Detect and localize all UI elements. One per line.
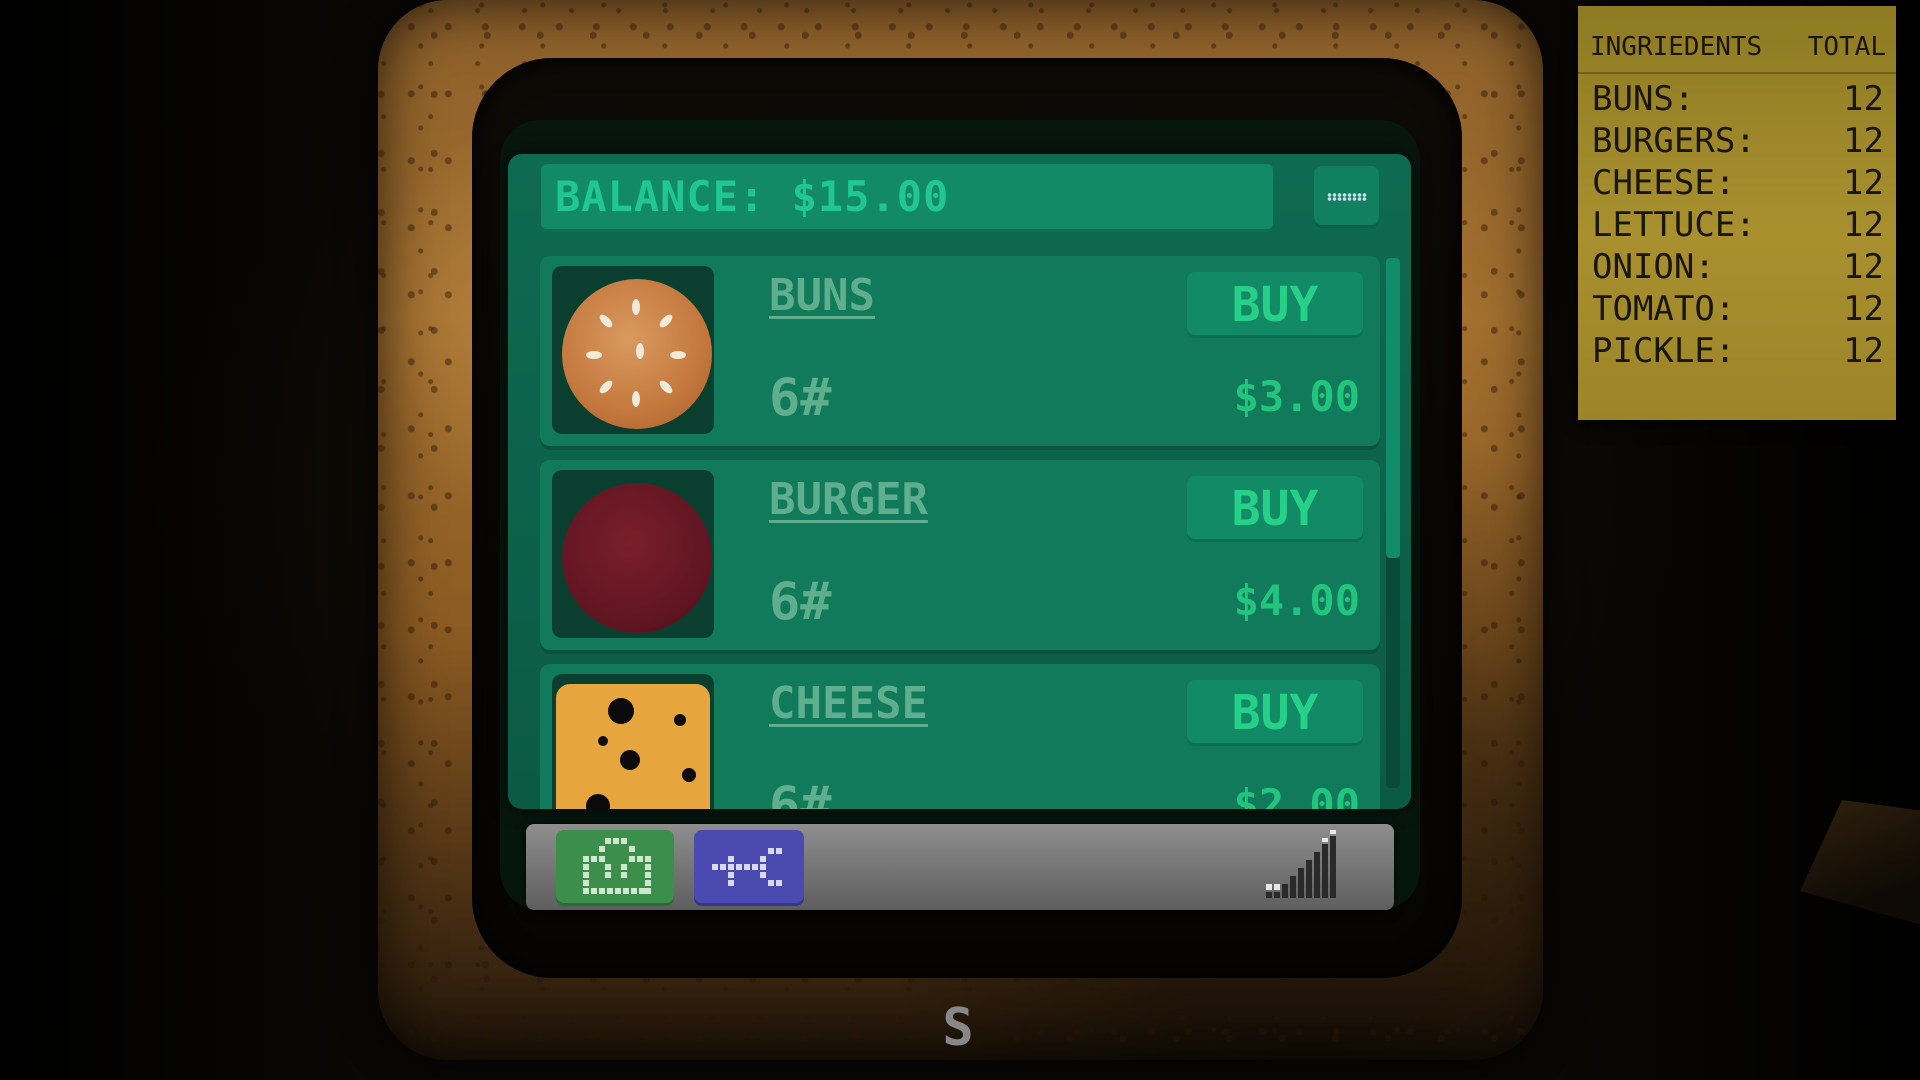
cheese-icon (556, 684, 710, 809)
shop-icon (583, 838, 651, 894)
ingredient-row: PICKLE: 12 (1592, 330, 1884, 372)
ingredient-label: TOMATO: (1592, 289, 1736, 329)
product-quantity: 6# (769, 368, 832, 428)
ingredient-label: CHEESE: (1592, 163, 1736, 203)
product-price: $3.00 (1233, 372, 1360, 421)
route-app-button[interactable] (694, 830, 804, 906)
ingredient-row: TOMATO: 12 (1592, 288, 1884, 330)
ingredient-row: BUNS: 12 (1592, 78, 1884, 120)
product-name: BURGER (769, 474, 928, 525)
ingredient-row: BURGERS: 12 (1592, 120, 1884, 162)
product-thumbnail (552, 470, 714, 638)
product-item-cheese: CHEESE 6# BUY $2.00 (540, 664, 1380, 809)
scrollbar-thumb[interactable] (1386, 258, 1400, 558)
ingredient-total: 12 (1843, 289, 1884, 329)
taskbar (526, 824, 1394, 910)
product-thumbnail (552, 674, 714, 809)
note-divider (1578, 72, 1896, 74)
balance-text: BALANCE: $15.00 (555, 172, 950, 221)
patty-icon (562, 483, 712, 633)
route-icon (712, 848, 782, 886)
monitor-logo: S (942, 998, 974, 1058)
shop-panel: BALANCE: $15.00 BUNS 6# BUY $3.00 BURGER… (508, 154, 1411, 809)
ellipsis-icon (1326, 193, 1367, 201)
ingredient-label: BUNS: (1592, 79, 1695, 119)
buy-button[interactable]: BUY (1187, 272, 1363, 338)
ingredient-list: BUNS: 12 BURGERS: 12 CHEESE: 12 LETTUCE:… (1592, 78, 1884, 372)
product-price: $4.00 (1233, 576, 1360, 625)
ingredient-total: 12 (1843, 163, 1884, 203)
ingredient-total: 12 (1843, 247, 1884, 287)
balance-bar: BALANCE: $15.00 (541, 164, 1273, 232)
ingredient-label: BURGERS: (1592, 121, 1756, 161)
ingredient-total: 12 (1843, 331, 1884, 371)
product-name: BUNS (769, 270, 875, 321)
ingredients-note: INGRIEDENTS TOTAL BUNS: 12 BURGERS: 12 C… (1578, 6, 1896, 420)
note-header: INGRIEDENTS TOTAL (1590, 32, 1886, 72)
menu-button[interactable] (1314, 166, 1379, 228)
buy-button[interactable]: BUY (1187, 680, 1363, 746)
ingredient-label: ONION: (1592, 247, 1715, 287)
product-quantity: 6# (769, 776, 832, 809)
shop-app-button[interactable] (556, 830, 674, 906)
product-list[interactable]: BUNS 6# BUY $3.00 BURGER 6# BUY $4.00 CH… (540, 256, 1380, 809)
ingredient-row: CHEESE: 12 (1592, 162, 1884, 204)
ingredient-label: PICKLE: (1592, 331, 1736, 371)
ingredient-row: LETTUCE: 12 (1592, 204, 1884, 246)
bun-icon (562, 279, 712, 429)
buy-button[interactable]: BUY (1187, 476, 1363, 542)
scrollbar[interactable] (1386, 258, 1400, 788)
note-header-ingredients: INGRIEDENTS (1590, 32, 1763, 62)
ingredient-row: ONION: 12 (1592, 246, 1884, 288)
product-item-burger: BURGER 6# BUY $4.00 (540, 460, 1380, 650)
product-item-buns: BUNS 6# BUY $3.00 (540, 256, 1380, 446)
product-quantity: 6# (769, 572, 832, 632)
ingredient-total: 12 (1843, 79, 1884, 119)
product-thumbnail (552, 266, 714, 434)
product-name: CHEESE (769, 678, 928, 729)
product-price: $2.00 (1233, 780, 1360, 809)
signal-icon (1266, 830, 1336, 898)
ingredient-total: 12 (1843, 205, 1884, 245)
note-header-total: TOTAL (1807, 32, 1886, 62)
ingredient-label: LETTUCE: (1592, 205, 1756, 245)
ingredient-total: 12 (1843, 121, 1884, 161)
